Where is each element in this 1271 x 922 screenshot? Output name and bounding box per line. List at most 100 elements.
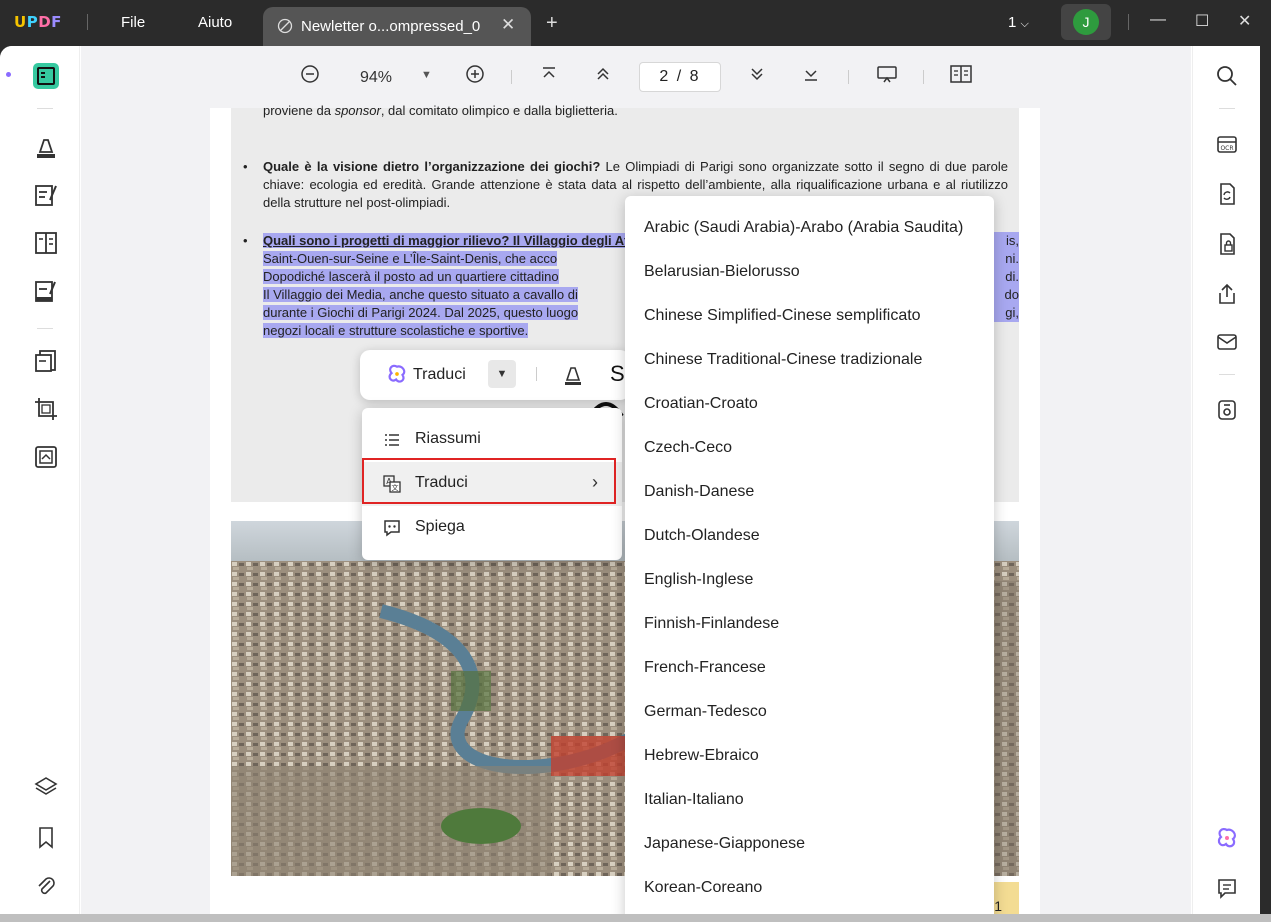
bullet-3-line-text: durante i Giochi di Parigi 2024. Dal 202… [263,305,579,320]
right-divider [1219,108,1235,109]
title-bar: UPDF File Aiuto Newletter o...ompressed_… [0,0,1271,46]
language-submenu: Arabic (Saudi Arabia)-Arabo (Arabia Saud… [625,196,994,922]
explain-icon [382,518,402,538]
view-toolbar: 94% ▼ 2 / 8 [81,46,1191,108]
menu-item-summarize[interactable]: Riassumi [362,418,622,462]
crop-icon[interactable] [33,396,61,424]
toolbar-separator [511,70,512,84]
bullet-3-line: Quali sono i progetti di maggior rilievo… [263,232,633,250]
protect-icon[interactable] [1215,232,1239,256]
bullet-dot: • [243,159,248,174]
bullet-3-line-text: Il Villaggio dei Media, anche questo sit… [263,287,578,302]
menu-item-label: Riassumi [415,430,481,447]
language-option[interactable]: Japanese-Giapponese [625,822,994,866]
user-avatar[interactable]: J [1061,4,1111,40]
convert-icon[interactable] [1215,182,1239,206]
attachment-icon[interactable] [33,874,61,902]
window-count[interactable]: 1 ⌵ [1008,14,1029,31]
left-toolbar [0,46,80,914]
language-option[interactable]: English-Inglese [625,558,994,602]
svg-text:OCR: OCR [1220,145,1233,152]
paragraph-top-italic: sponsor [334,103,381,118]
pages-icon[interactable] [33,348,61,376]
paragraph-bullet-3-right: is, ni. di. do gi, [992,232,1019,322]
ai-dropdown-button[interactable]: ▼ [488,360,516,388]
language-option[interactable]: Danish-Danese [625,470,994,514]
right-divider-2 [1219,374,1235,375]
paragraph-bullet-3[interactable]: Quali sono i progetti di maggior rilievo… [263,232,633,340]
layers-icon[interactable] [33,774,61,802]
toolbar-separator-3 [923,70,924,84]
zoom-out-icon[interactable] [300,64,320,89]
highlighter-icon[interactable] [33,134,61,162]
previous-page-icon[interactable] [594,64,612,89]
bullet-3-line-text: Saint-Ouen-sur-Seine e L’Île-Saint-Denis… [263,251,558,266]
bullet-2-question: Quale è la visione dietro l’organizzazio… [263,159,601,174]
maximize-icon[interactable]: ☐ [1195,11,1209,31]
page-separator: / [676,68,684,85]
language-option[interactable]: Belarusian-Bielorusso [625,250,994,294]
ai-translate-button[interactable]: Traduci [413,366,466,384]
updf-ai-icon [386,363,408,390]
bottom-strip [0,914,1271,922]
reader-icon[interactable] [32,62,60,90]
language-option[interactable]: Finnish-Finlandese [625,602,994,646]
language-option[interactable]: French-Francese [625,646,994,690]
bookmark-icon[interactable] [33,824,61,852]
zoom-dropdown-icon[interactable]: ▼ [421,69,432,81]
zoom-level[interactable]: 94% [360,69,392,87]
share-icon[interactable] [1215,282,1239,306]
active-dot [6,72,11,77]
last-page-icon[interactable] [802,64,820,89]
current-page: 2 [659,68,671,85]
language-option[interactable]: Czech-Ceco [625,426,994,470]
ocr-icon[interactable]: OCR [1215,132,1239,156]
next-page-icon[interactable] [748,64,766,89]
minimize-icon[interactable]: — [1150,11,1166,29]
document-tab[interactable]: Newletter o...ompressed_0 ✕ [263,7,531,46]
bullet-3-line-text: Quali sono i progetti di maggior rilievo… [263,233,629,248]
right-fragment: do [992,286,1019,304]
bullet-3-line: Il Villaggio dei Media, anche questo sit… [263,286,633,304]
zoom-in-icon[interactable] [465,64,485,89]
strikethrough-icon[interactable]: S [610,361,624,387]
menu-help[interactable]: Aiuto [198,14,232,31]
add-tab-icon[interactable]: + [546,12,558,35]
search-icon[interactable] [1215,64,1239,88]
page-input[interactable]: 2 / 8 [639,62,721,92]
language-option[interactable]: Dutch-Olandese [625,514,994,558]
left-divider [37,108,53,109]
page-layout-icon[interactable] [949,64,973,89]
paragraph-top: proviene da sponsor, dal comitato olimpi… [263,102,1019,120]
language-option[interactable]: Hebrew-Ebraico [625,734,994,778]
close-window-icon[interactable]: ✕ [1238,11,1251,31]
presentation-icon[interactable] [876,64,898,89]
list-icon [382,430,402,450]
ai-floating-toolbar: Traduci ▼ S [360,350,630,400]
bullet-dot-2: • [243,233,248,248]
tab-title: Newletter o...ompressed_0 [301,18,481,35]
updf-ai-icon[interactable] [1215,826,1239,850]
language-option[interactable]: Arabic (Saudi Arabia)-Arabo (Arabia Saud… [625,206,994,250]
language-option[interactable]: Italian-Italiano [625,778,994,822]
save-icon[interactable] [1215,398,1239,422]
language-option[interactable]: Chinese Simplified-Cinese semplificato [625,294,994,338]
form-icon[interactable] [33,278,61,306]
edit-text-icon[interactable] [33,182,61,210]
language-option[interactable]: Chinese Traditional-Cinese tradizionale [625,338,994,382]
bullet-3-line-text: Dopodiché lascerà il posto ad un quartie… [263,269,559,284]
organize-icon[interactable] [33,230,61,258]
menu-item-explain[interactable]: Spiega [362,506,622,550]
menu-file[interactable]: File [121,14,145,31]
language-option[interactable]: German-Tedesco [625,690,994,734]
language-option[interactable]: Korean-Coreano [625,866,994,910]
first-page-icon[interactable] [540,64,558,89]
right-toolbar: OCR [1192,46,1260,914]
comment-list-icon[interactable] [1215,876,1239,900]
stamp-icon[interactable] [33,444,61,472]
language-option[interactable]: Croatian-Croato [625,382,994,426]
tab-close-icon[interactable]: ✕ [501,15,515,35]
highlighter-icon[interactable] [562,363,584,392]
email-icon[interactable] [1215,330,1239,354]
menu-item-label: Spiega [415,518,465,535]
